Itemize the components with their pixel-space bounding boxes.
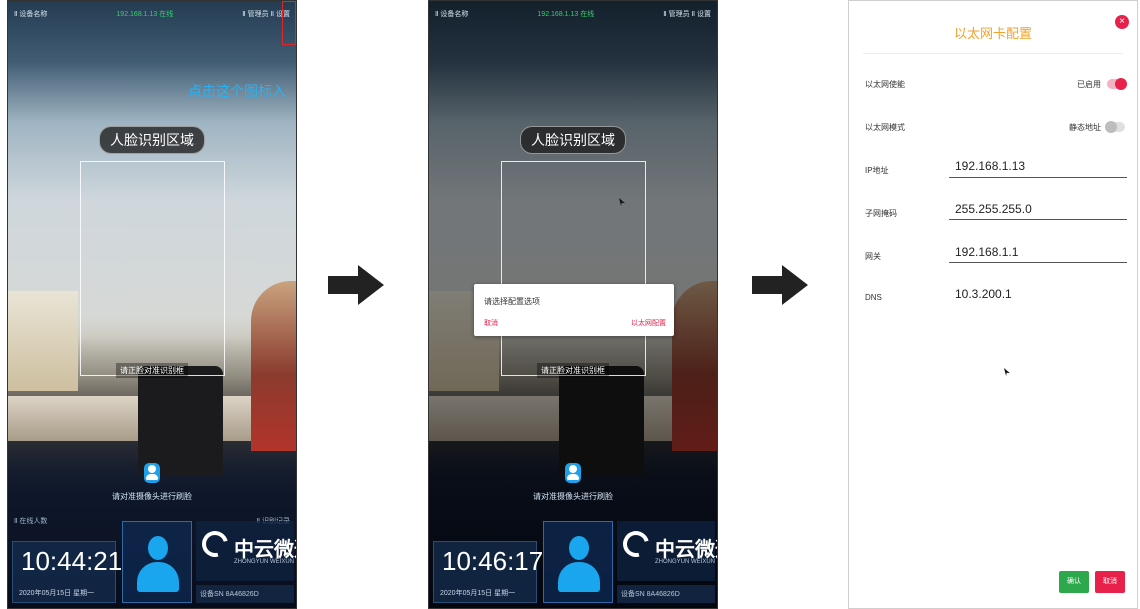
status-left: Ⅱ 设备名称	[14, 11, 48, 18]
clock-panel: 10:44:21 2020年05月15日 星期一	[12, 541, 122, 603]
logo-mark-icon	[618, 526, 654, 562]
clock-date: 2020年05月15日 星期一	[440, 590, 516, 597]
status-network: 192.168.1.13 在线	[116, 11, 174, 18]
brand-logo: 中云微迅 ZHONGYUN WEIXUN	[617, 521, 717, 581]
avatar-panel	[122, 521, 192, 603]
status-network: 192.168.1.13 在线	[537, 11, 595, 18]
ethernet-enable-label: 以太网使能	[865, 80, 905, 89]
ip-address-label: IP地址	[865, 166, 889, 175]
dialog-title: 请选择配置选项	[484, 297, 540, 306]
avatar-icon	[137, 536, 179, 592]
clock-panel: 10:46:17 2020年05月15日 星期一	[433, 541, 543, 603]
arrow-right-icon	[328, 265, 384, 305]
logo-mark-icon	[197, 526, 233, 562]
ethernet-config-button[interactable]: 以太网配置	[631, 318, 666, 328]
dns-label: DNS	[865, 293, 882, 302]
ethernet-config-screen: 以太网卡配置 × 以太网使能 已启用 以太网模式 静态地址 IP地址 192.1…	[848, 0, 1138, 609]
face-region-label: 人脸识别区域	[99, 126, 205, 154]
status-bar: Ⅱ 设备名称 192.168.1.13 在线 Ⅱ 管理员 Ⅱ 设置	[8, 1, 296, 27]
background-shelf	[8, 291, 78, 391]
device-sn: 设备SN 8A46826D	[617, 585, 715, 603]
status-right: Ⅱ 管理员 Ⅱ 设置	[663, 11, 711, 18]
gateway-underline	[949, 262, 1127, 263]
user-icon	[565, 463, 581, 483]
ethernet-mode-toggle[interactable]	[1105, 121, 1125, 133]
device-sn: 设备SN 8A46826D	[196, 585, 294, 603]
face-region-label: 人脸识别区域	[520, 126, 626, 154]
clock-time: 10:44:21	[21, 546, 123, 576]
page-title: 以太网卡配置	[953, 26, 1032, 41]
screen-step-2: Ⅱ 设备名称 192.168.1.13 在线 Ⅱ 管理员 Ⅱ 设置 人脸识别区域…	[428, 0, 718, 609]
online-count-label: Ⅱ 在线人数	[14, 518, 48, 525]
arrow-right-icon	[752, 265, 808, 305]
gateway-input[interactable]: 192.168.1.1	[955, 245, 1018, 259]
close-icon[interactable]: ×	[1115, 15, 1129, 29]
logo-subtext: ZHONGYUN WEIXUN	[234, 559, 294, 565]
ip-address-underline	[949, 177, 1127, 178]
face-frame	[80, 161, 225, 376]
background-chair	[138, 366, 223, 476]
gateway-label: 网关	[865, 252, 881, 261]
dialog-cancel-button[interactable]: 取消	[484, 318, 498, 328]
logo-text: 中云微迅	[234, 539, 296, 561]
ethernet-mode-state: 静态地址	[1069, 123, 1101, 132]
mode-hint: 请对准摄像头进行刷脸	[533, 492, 613, 501]
background-person	[251, 281, 296, 451]
status-bar: Ⅱ 设备名称 192.168.1.13 在线 Ⅱ 管理员 Ⅱ 设置	[429, 1, 717, 27]
mode-hint: 请对准摄像头进行刷脸	[112, 492, 192, 501]
status-left: Ⅱ 设备名称	[435, 11, 469, 18]
avatar-panel	[543, 521, 613, 603]
avatar-icon	[558, 536, 600, 592]
confirm-button[interactable]: 确认	[1059, 571, 1089, 593]
clock-date: 2020年05月15日 星期一	[19, 590, 95, 597]
logo-subtext: ZHONGYUN WEIXUN	[655, 559, 715, 565]
subnet-mask-label: 子网掩码	[865, 209, 897, 218]
brand-logo: 中云微迅 ZHONGYUN WEIXUN	[196, 521, 296, 581]
mouse-cursor-icon	[1004, 368, 1010, 376]
user-icon	[144, 463, 160, 483]
config-choice-dialog: 请选择配置选项 取消 以太网配置	[474, 284, 674, 336]
face-hint: 请正脸对准识别框	[537, 363, 609, 378]
ethernet-enable-toggle[interactable]	[1107, 78, 1127, 90]
face-frame	[501, 161, 646, 376]
face-hint: 请正脸对准识别框	[116, 363, 188, 378]
ethernet-enable-state: 已启用	[1077, 80, 1101, 89]
ethernet-mode-label: 以太网模式	[865, 123, 905, 132]
dns-input[interactable]: 10.3.200.1	[955, 287, 1012, 301]
screen-step-1: Ⅱ 设备名称 192.168.1.13 在线 Ⅱ 管理员 Ⅱ 设置 点击这个图标…	[7, 0, 297, 609]
tip-text: 点击这个图标入	[188, 83, 286, 99]
background-desk	[429, 396, 717, 441]
subnet-mask-input[interactable]: 255.255.255.0	[955, 202, 1032, 216]
subnet-mask-underline	[949, 219, 1127, 220]
ip-address-input[interactable]: 192.168.1.13	[955, 159, 1025, 173]
clock-time: 10:46:17	[442, 546, 544, 576]
title-divider	[863, 53, 1123, 54]
settings-hotspot[interactable]	[282, 1, 296, 45]
cancel-button[interactable]: 取消	[1095, 571, 1125, 593]
background-person	[672, 281, 717, 451]
logo-text: 中云微迅	[655, 539, 717, 561]
background-chair	[559, 366, 644, 476]
